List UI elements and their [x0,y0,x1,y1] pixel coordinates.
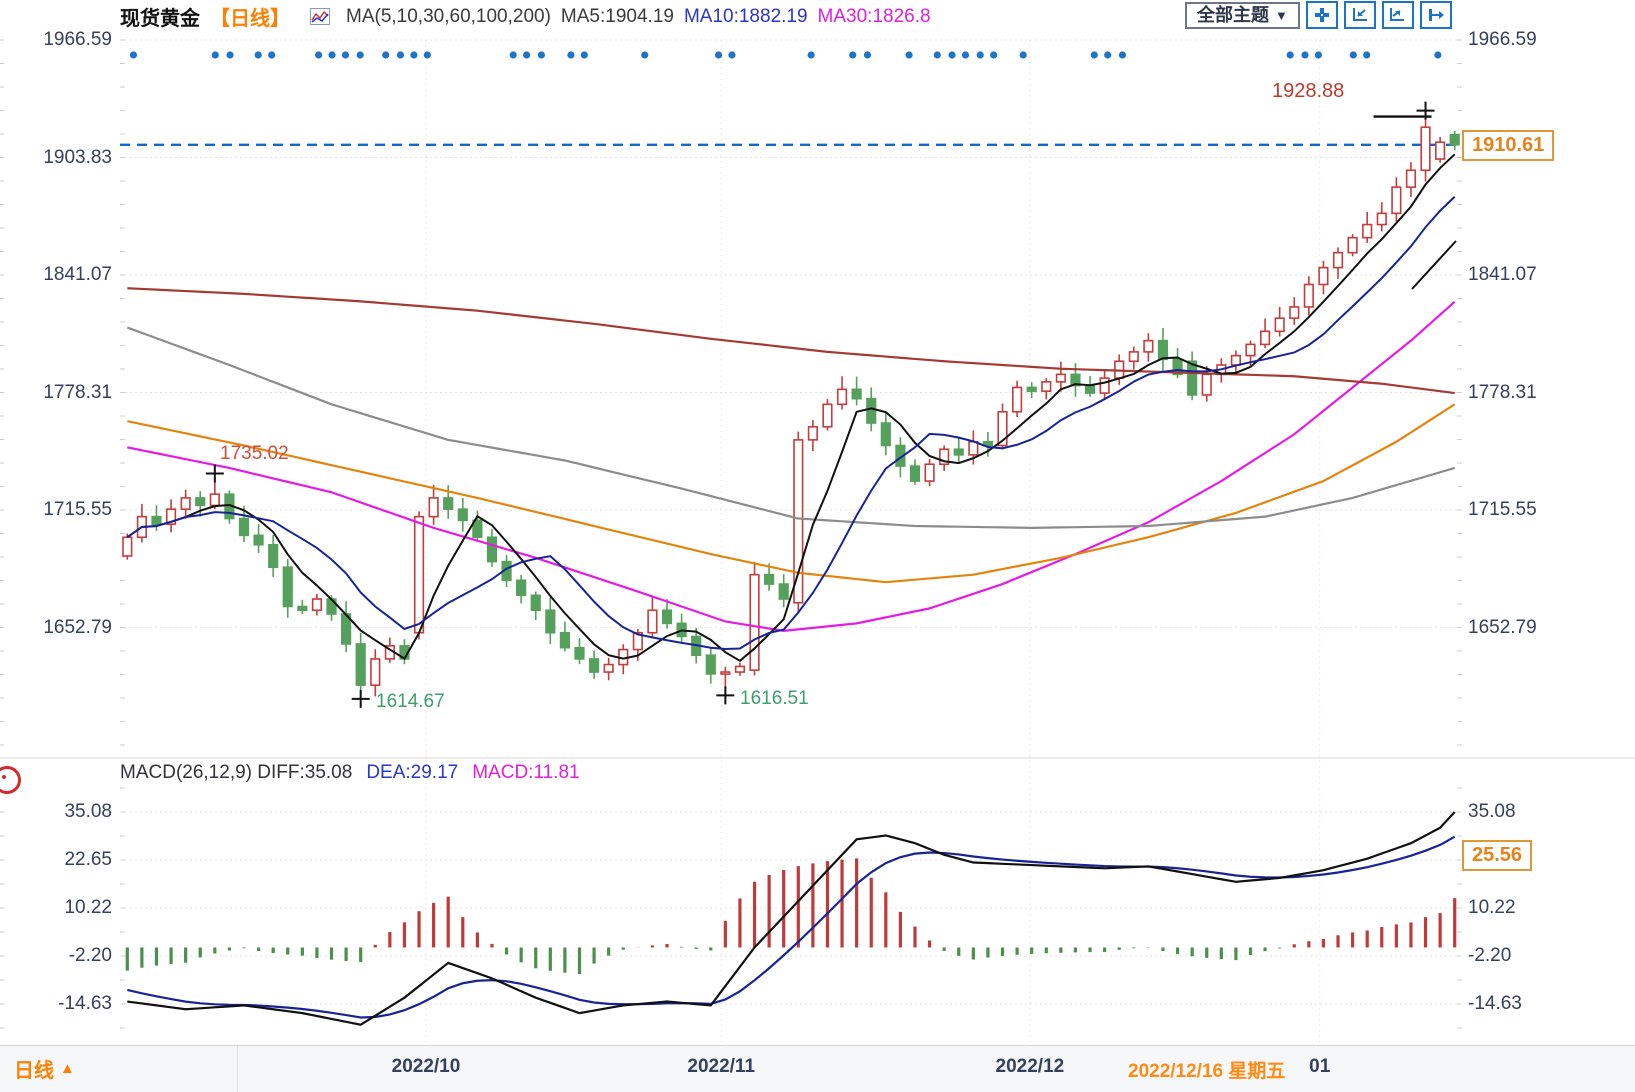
macd-axis-label-left: 22.65 [4,849,112,871]
ma5-value-label: MA5:1904.19 [561,6,674,28]
price-axis-label-right: 1778.31 [1468,382,1537,404]
macd-axis-label-left: -2.20 [4,945,112,967]
time-axis-label: 01 [1309,1056,1330,1078]
chart-canvas[interactable] [0,0,1635,1091]
time-axis-label: 2022/12 [996,1056,1065,1078]
ma30-value-label: MA30:1826.8 [818,6,931,28]
price-axis-label-left: 1903.83 [4,147,112,169]
macd-axis-label-right: -14.63 [1468,993,1522,1015]
macd-axis-label-left: 10.22 [4,897,112,919]
period-selector-label: 日线 [14,1054,54,1083]
chart-header: 现货黄金 【日线】 MA(5,10,30,60,100,200) MA5:190… [0,0,1635,27]
axis-arrow-right-icon [1389,7,1407,23]
time-axis-label: 2022/10 [392,1056,461,1078]
zoom-in-x-button[interactable] [1344,1,1376,29]
macd-indicator-header: MACD(26,12,9) DIFF:35.08 DEA:29.17 MACD:… [120,762,580,784]
axis-divider [237,1046,238,1092]
arrow-exit-right-icon [1427,7,1445,23]
price-axis-label-right: 1841.07 [1468,264,1537,286]
macd-axis-label-left: -14.63 [4,993,112,1015]
theme-dropdown[interactable]: 全部主题 ▼ [1185,2,1300,29]
annotation-low-1614: 1614.67 [376,691,445,713]
chevron-down-icon: ▼ [1275,4,1288,27]
macd-axis-label-right: 35.08 [1468,801,1516,823]
price-axis-label-right: 1652.79 [1468,617,1537,639]
price-axis-label-left: 1778.31 [4,382,112,404]
annotation-low-1616: 1616.51 [740,688,809,710]
macd-value-label: MACD:11.81 [472,762,579,784]
zoom-out-x-button[interactable] [1382,1,1414,29]
crosshair-move-button[interactable] [1306,1,1338,29]
annotation-high-1735: 1735.02 [220,443,289,465]
chart-icon [310,8,330,25]
price-axis-label-left: 1715.55 [4,499,112,521]
macd-axis-label-right: 10.22 [1468,897,1516,919]
ma-group-label: MA(5,10,30,60,100,200) [346,6,551,28]
pan-right-button[interactable] [1420,1,1452,29]
time-axis-label: 2022/11 [687,1056,755,1078]
macd-axis-label-left: 35.08 [4,801,112,823]
period-tag: 【日线】 [210,2,290,31]
last-price-box: 1910.61 [1462,130,1554,161]
macd-current-value-box: 25.56 [1462,840,1532,871]
annotation-high-1928: 1928.88 [1272,80,1344,103]
macd-axis-label-right: -2.20 [1468,945,1511,967]
dea-value-label: DEA:29.17 [366,762,458,784]
price-axis-label-right: 1715.55 [1468,499,1537,521]
time-axis-bar: 日线 ▲ 2022/12/16 星期五 2022/10 2022/11 2022/1… [0,1045,1635,1092]
triangle-up-icon: ▲ [60,1060,75,1077]
price-axis-label-left: 1841.07 [4,264,112,286]
trading-app-window: 现货黄金 【日线】 MA(5,10,30,60,100,200) MA5:190… [0,0,1635,1091]
price-axis-label-left: 1966.59 [4,29,112,51]
axis-arrow-left-icon [1351,7,1369,23]
price-axis-label-right: 1966.59 [1468,29,1537,51]
ma10-value-label: MA10:1882.19 [684,6,808,28]
price-axis-label-left: 1652.79 [4,617,112,639]
period-selector[interactable]: 日线 ▲ [14,1054,75,1083]
selected-date-label: 2022/12/16 星期五 [1128,1056,1289,1083]
crosshair-icon [1313,7,1331,23]
instrument-title: 现货黄金 [120,2,200,31]
macd-params-diff-label: MACD(26,12,9) DIFF:35.08 [120,762,352,784]
theme-dropdown-label: 全部主题 [1197,4,1269,27]
